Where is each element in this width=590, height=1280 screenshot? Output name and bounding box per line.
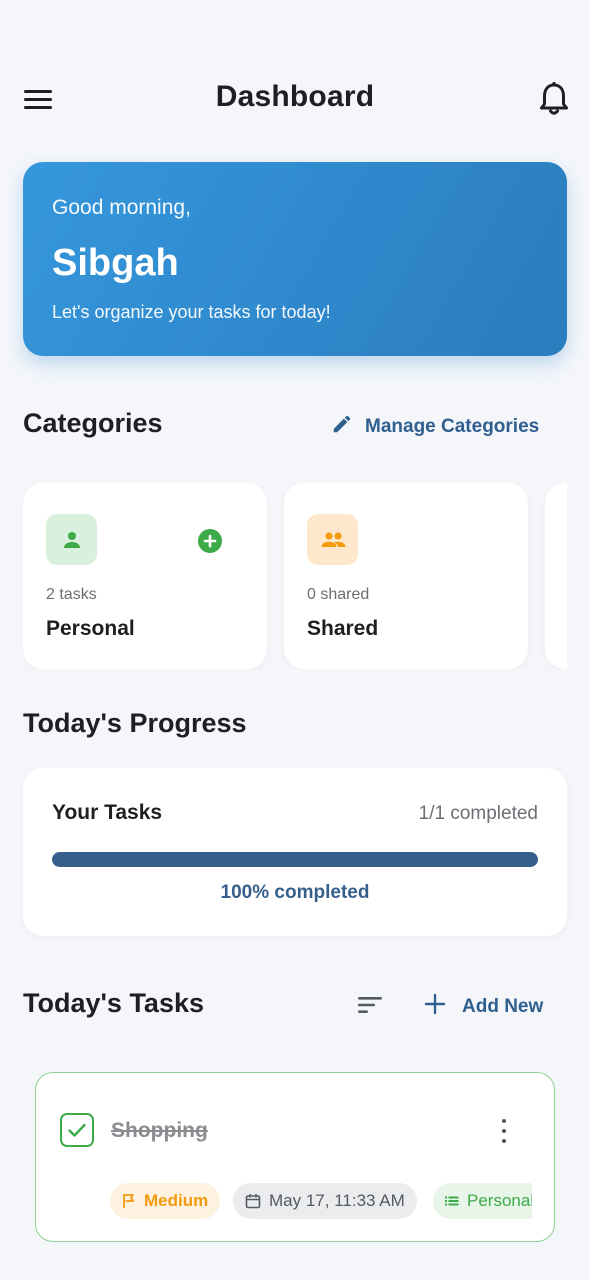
plus-icon [424, 993, 446, 1021]
categories-list: 2 tasks Personal 0 shared Shared [23, 483, 567, 669]
page-title: Dashboard [215, 80, 375, 113]
calendar-icon [245, 1194, 261, 1209]
category-card-personal[interactable]: 2 tasks Personal [23, 483, 267, 669]
list-icon [445, 1196, 459, 1206]
group-icon [307, 514, 358, 565]
task-title: Shopping [111, 1119, 208, 1142]
bell-icon[interactable] [536, 80, 572, 118]
sort-icon[interactable] [356, 994, 384, 1016]
date-label: May 17, 11:33 AM [269, 1191, 405, 1210]
add-new-label: Add New [462, 996, 544, 1017]
task-card[interactable]: Shopping Medium May 17, 11:33 AM Persona… [35, 1072, 555, 1242]
category-name: Shared [307, 617, 379, 640]
task-chips: Medium May 17, 11:33 AM Personal [110, 1181, 532, 1221]
priority-label: Medium [144, 1191, 209, 1210]
user-name: Sibgah [52, 242, 179, 284]
greeting-subtitle: Let's organize your tasks for today! [52, 302, 331, 322]
manage-categories-button[interactable]: Manage Categories [331, 413, 539, 441]
progress-percent: 100% completed [220, 882, 370, 903]
add-task-icon[interactable] [198, 529, 222, 553]
progress-card: Your Tasks 1/1 completed 100% completed [23, 768, 567, 936]
greeting-salutation: Good morning, [52, 196, 191, 219]
flag-icon [123, 1194, 134, 1208]
category-count: 0 shared [307, 586, 370, 603]
task-checkbox[interactable] [60, 1113, 94, 1147]
add-new-button[interactable]: Add New [424, 993, 543, 1021]
tasks-heading: Today's Tasks [23, 988, 204, 1018]
priority-chip: Medium [110, 1183, 221, 1219]
progress-count: 1/1 completed [418, 803, 538, 824]
progress-bar [52, 852, 538, 867]
person-icon [46, 514, 97, 565]
more-vert-icon[interactable] [500, 1119, 508, 1143]
date-chip: May 17, 11:33 AM [233, 1183, 417, 1219]
app-bar: Dashboard [0, 70, 590, 128]
manage-categories-label: Manage Categories [365, 416, 540, 437]
category-chip: Personal [433, 1183, 532, 1219]
edit-icon [331, 413, 353, 441]
category-count: 2 tasks [46, 586, 97, 603]
progress-heading: Today's Progress [23, 708, 247, 738]
check-icon [68, 1123, 86, 1137]
category-card-partial[interactable] [545, 483, 567, 669]
category-name: Personal [46, 617, 135, 640]
progress-label: Your Tasks [52, 801, 163, 824]
greeting-card: Good morning, Sibgah Let's organize your… [23, 162, 567, 356]
categories-heading: Categories [23, 408, 163, 438]
progress-bar-fill [52, 852, 538, 867]
category-card-shared[interactable]: 0 shared Shared [284, 483, 528, 669]
category-label: Personal [467, 1191, 532, 1210]
